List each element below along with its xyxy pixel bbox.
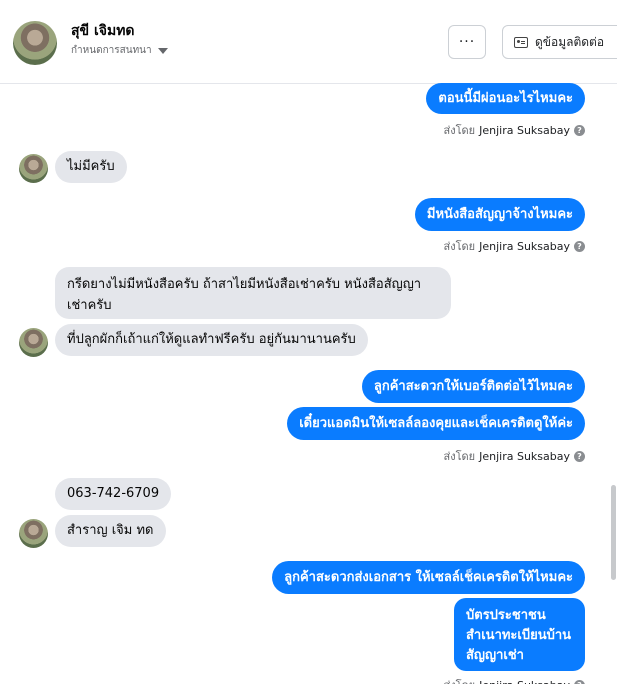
chevron-down-icon <box>157 47 168 54</box>
sent-by-prefix: ส่งโดย <box>443 124 476 137</box>
incoming-message: 063-742-6709 <box>55 478 172 510</box>
view-contact-label: ดูข้อมูลติดต่อ <box>535 34 605 49</box>
sent-by-label: ส่งโดย Jenjira Suksabay ? <box>444 447 585 465</box>
sent-by-prefix: ส่งโดย <box>444 676 476 684</box>
message-line: สำเนาทะเบียนบ้าน <box>466 628 572 643</box>
more-options-button[interactable]: ··· <box>448 25 486 59</box>
message-line: เช่าครับ <box>67 298 112 313</box>
scrollbar[interactable] <box>611 485 616 580</box>
outgoing-message: ลูกค้าสะดวกให้เบอร์ติดต่อไว้ไหมคะ <box>361 370 585 403</box>
incoming-message: กรีดยางไม่มีหนังสือครับ ถ้าสาไยมีหนังสือ… <box>55 267 451 319</box>
message-text: ลูกค้าสะดวกให้เบอร์ติดต่อไว้ไหมคะ <box>373 379 573 394</box>
contact-card-icon <box>514 36 528 48</box>
message-line: กรีดยางไม่มีหนังสือครับ ถ้าสาไยมีหนังสือ… <box>67 277 422 292</box>
conversation-status-label: กำหนดการสนทนา <box>71 45 152 56</box>
conversation-status[interactable]: กำหนดการสนทนา <box>71 43 168 58</box>
agent-name: Jenjira Suksabay <box>479 123 570 137</box>
message-text: ที่ปลูกผักก็เถ้าแก่ให้ดูแลทำฟรีครับ อยู่… <box>67 332 356 347</box>
help-icon[interactable]: ? <box>574 124 585 136</box>
contact-avatar-small <box>19 519 48 548</box>
sent-by-prefix: ส่งโดย <box>443 450 476 463</box>
message-line: สัญญาเช่า <box>466 648 524 663</box>
agent-name: Jenjira Suksabay <box>479 679 570 684</box>
contact-avatar-small <box>19 328 48 357</box>
incoming-message: ไม่มีครับ <box>55 151 127 183</box>
contact-avatar-small <box>19 154 48 183</box>
message-text: ลูกค้าสะดวกส่งเอกสาร ให้เซลล์เช็คเครดิตใ… <box>284 570 573 585</box>
message-text: ตอนนี้มีผ่อนอะไรไหมคะ <box>438 91 573 106</box>
outgoing-message: บัตรประชาชน สำเนาทะเบียนบ้าน สัญญาเช่า <box>454 598 585 671</box>
help-icon[interactable]: ? <box>574 240 585 252</box>
outgoing-message: ตอนนี้มีผ่อนอะไรไหมคะ <box>426 83 585 114</box>
help-icon[interactable]: ? <box>574 679 585 684</box>
agent-name: Jenjira Suksabay <box>479 449 570 463</box>
outgoing-message: เดี๋ยวแอดมินให้เซลล์ลองคุยและเช็คเครดิตด… <box>287 407 585 440</box>
message-text: มีหนังสือสัญญาจ้างไหมคะ <box>426 207 573 222</box>
help-icon[interactable]: ? <box>574 450 585 462</box>
message-text: ไม่มีครับ <box>67 159 115 174</box>
view-contact-button[interactable]: ดูข้อมูลติดต่อ <box>502 25 617 59</box>
sent-by-label: ส่งโดย Jenjira Suksabay ? <box>444 676 585 684</box>
incoming-message: สำราญ เจิม ทด <box>55 515 166 547</box>
contact-name[interactable]: สุขี เจิมทด <box>71 20 135 42</box>
message-line: บัตรประชาชน <box>466 608 546 623</box>
agent-name: Jenjira Suksabay <box>479 239 570 253</box>
chat-header: สุขี เจิมทด กำหนดการสนทนา ··· ดูข้อมูลติ… <box>0 0 617 84</box>
sent-by-label: ส่งโดย Jenjira Suksabay ? <box>444 121 585 139</box>
outgoing-message: มีหนังสือสัญญาจ้างไหมคะ <box>414 198 585 231</box>
message-text: เดี๋ยวแอดมินให้เซลล์ลองคุยและเช็คเครดิตด… <box>299 416 573 431</box>
contact-avatar[interactable] <box>13 21 57 65</box>
message-text: 063-742-6709 <box>67 486 160 501</box>
sent-by-prefix: ส่งโดย <box>443 240 476 253</box>
message-text: สำราญ เจิม ทด <box>67 523 154 538</box>
sent-by-label: ส่งโดย Jenjira Suksabay ? <box>444 237 585 255</box>
incoming-message: ที่ปลูกผักก็เถ้าแก่ให้ดูแลทำฟรีครับ อยู่… <box>55 324 368 356</box>
outgoing-message: ลูกค้าสะดวกส่งเอกสาร ให้เซลล์เช็คเครดิตใ… <box>272 561 585 594</box>
more-icon: ··· <box>458 34 476 50</box>
